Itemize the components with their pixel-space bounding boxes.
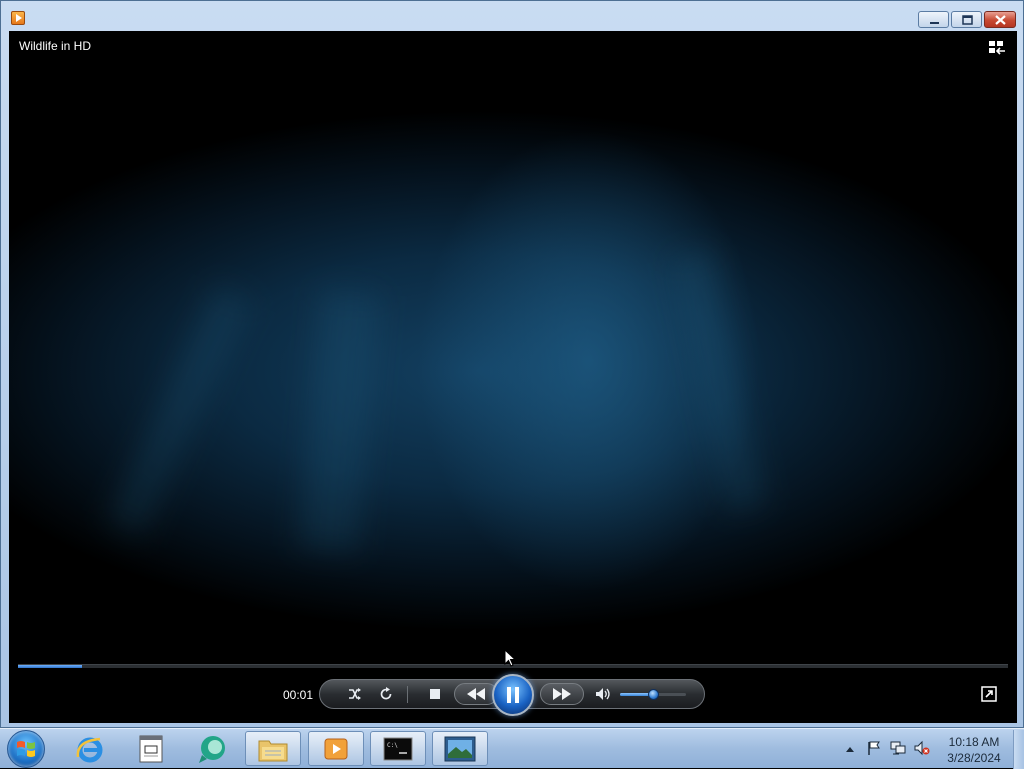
minimize-button[interactable]	[918, 11, 949, 28]
notepad-icon	[139, 735, 163, 762]
taskbar-image-viewer[interactable]	[432, 731, 488, 766]
network-icon[interactable]	[890, 740, 906, 756]
minimize-icon	[930, 22, 939, 24]
internet-explorer-icon	[76, 737, 103, 762]
stop-button[interactable]	[424, 680, 446, 708]
media-player-window: Wildlife in HD 00:01	[0, 0, 1024, 728]
next-button[interactable]	[540, 683, 584, 705]
seek-progress	[18, 665, 83, 668]
repeat-button[interactable]	[375, 680, 397, 708]
taskbar-file-explorer[interactable]	[245, 731, 301, 766]
video-frame-detail	[105, 284, 253, 538]
volume-slider[interactable]	[620, 689, 686, 700]
switch-to-library-icon[interactable]	[987, 39, 1007, 57]
svg-text:C:\: C:\	[387, 742, 398, 749]
close-button[interactable]	[984, 11, 1016, 28]
action-center-flag-icon[interactable]	[866, 740, 882, 756]
pause-button[interactable]	[492, 674, 534, 716]
mute-button[interactable]	[592, 680, 614, 708]
playback-controls	[319, 674, 705, 716]
video-area[interactable]: Wildlife in HD 00:01	[9, 31, 1017, 723]
taskbar-internet-explorer[interactable]	[62, 731, 118, 766]
video-frame-detail	[672, 249, 766, 513]
taskbar-notepad[interactable]	[123, 731, 179, 766]
taskbar-app[interactable]	[185, 731, 241, 766]
command-prompt-icon: C:\	[383, 737, 413, 760]
volume-slider-thumb[interactable]	[648, 689, 659, 700]
taskbar-command-prompt[interactable]: C:\	[370, 731, 426, 766]
media-player-icon	[11, 11, 25, 25]
mouse-cursor-icon	[504, 649, 516, 667]
close-icon	[995, 15, 1006, 25]
repeat-icon	[380, 687, 392, 700]
fullscreen-icon[interactable]	[981, 686, 997, 702]
previous-icon	[467, 688, 485, 700]
volume-icon	[596, 688, 610, 700]
show-desktop-button[interactable]	[1013, 730, 1024, 769]
shuffle-button[interactable]	[344, 680, 366, 708]
stop-icon	[430, 689, 440, 699]
pause-icon	[507, 687, 519, 703]
volume-muted-icon[interactable]	[914, 740, 930, 756]
media-player-icon	[324, 738, 348, 759]
start-button[interactable]	[7, 730, 45, 768]
image-viewer-icon	[444, 736, 476, 761]
maximize-icon	[962, 15, 973, 25]
media-title: Wildlife in HD	[19, 39, 92, 53]
show-hidden-icons-icon[interactable]	[846, 746, 854, 752]
title-bar[interactable]	[1, 1, 1023, 31]
taskbar-media-player[interactable]	[308, 731, 364, 766]
maximize-button[interactable]	[951, 11, 982, 28]
clock-date: 3/28/2024	[947, 751, 1001, 765]
app-icon	[199, 735, 225, 763]
file-explorer-icon	[258, 740, 288, 761]
taskbar: C:\ 10:18 AM 3/28/2024	[0, 728, 1024, 769]
shuffle-icon	[349, 688, 361, 700]
separator	[407, 686, 408, 703]
clock-time: 10:18 AM	[948, 735, 1000, 749]
elapsed-time: 00:01	[283, 688, 314, 702]
windows-logo-icon	[17, 741, 35, 757]
video-frame-detail	[297, 288, 381, 554]
next-icon	[553, 688, 571, 700]
system-clock[interactable]: 10:18 AM 3/28/2024	[936, 734, 1012, 766]
